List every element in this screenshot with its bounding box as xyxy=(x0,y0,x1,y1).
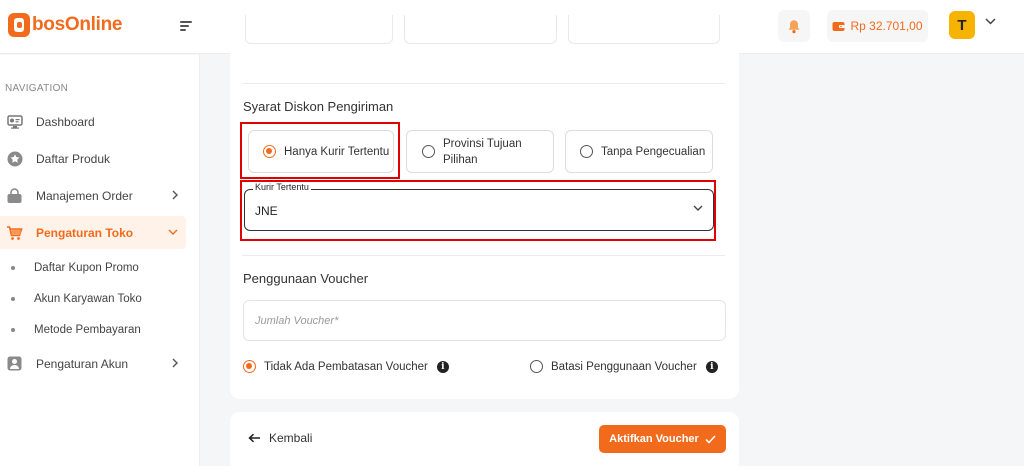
logo-text: bosOnline xyxy=(32,14,123,35)
bullet-icon xyxy=(11,328,15,332)
divider xyxy=(242,255,725,256)
notification-button[interactable] xyxy=(778,10,810,42)
menu-toggle-icon[interactable] xyxy=(180,21,192,32)
activate-voucher-label: Aktifkan Voucher xyxy=(609,433,699,445)
sidebar-subitem-coupon-list[interactable]: Daftar Kupon Promo xyxy=(0,256,186,280)
option-no-exception[interactable]: Tanpa Pengecualian xyxy=(565,130,713,173)
user-icon xyxy=(6,355,23,372)
option-label: Tidak Ada Pembatasan Voucher xyxy=(264,360,428,373)
option-label: Provinsi Tujuan Pilihan xyxy=(443,137,522,166)
sidebar-subitem-label: Metode Pembayaran xyxy=(34,324,141,336)
sidebar-subitem-label: Daftar Kupon Promo xyxy=(34,262,139,274)
sidebar-item-label: Pengaturan Akun xyxy=(36,356,129,371)
chevron-right-icon xyxy=(172,358,178,368)
logo-icon xyxy=(8,13,30,37)
sidebar-item-orders[interactable]: Manajemen Order xyxy=(0,179,186,212)
activate-voucher-button[interactable]: Aktifkan Voucher xyxy=(599,425,726,453)
sidebar-item-store-settings[interactable]: Pengaturan Toko xyxy=(0,216,186,249)
sidebar-item-label: Pengaturan Toko xyxy=(36,225,134,240)
info-icon[interactable]: i xyxy=(436,360,449,373)
option-label: Tanpa Pengecualian xyxy=(601,145,706,158)
back-button[interactable]: Kembali xyxy=(248,431,312,445)
logo[interactable]: bosOnline xyxy=(8,13,123,37)
radio-button[interactable] xyxy=(530,360,543,373)
wallet-icon xyxy=(832,21,845,31)
dashboard-icon xyxy=(6,113,23,130)
highlight-box xyxy=(240,122,400,179)
faded-field xyxy=(404,15,557,44)
sidebar-item-products[interactable]: Daftar Produk xyxy=(0,142,186,175)
sidebar-subitem-employee-accounts[interactable]: Akun Karyawan Toko xyxy=(0,287,186,311)
bell-icon xyxy=(788,19,800,33)
avatar[interactable]: T xyxy=(949,11,975,39)
arrow-left-icon xyxy=(248,433,260,443)
radio-button[interactable] xyxy=(580,145,593,158)
voucher-count-field[interactable] xyxy=(243,300,726,341)
sidebar-item-label: Manajemen Order xyxy=(36,188,133,203)
bullet-icon xyxy=(11,297,15,301)
info-icon[interactable]: i xyxy=(705,360,718,373)
back-button-label: Kembali xyxy=(269,431,313,445)
bag-icon xyxy=(6,187,23,204)
nav-heading: NAVIGATION xyxy=(5,83,69,94)
cart-icon xyxy=(6,224,23,241)
option-label: Batasi Penggunaan Voucher xyxy=(551,360,697,373)
sidebar-subitem-payment-methods[interactable]: Metode Pembayaran xyxy=(0,318,186,342)
chevron-down-icon xyxy=(168,229,178,235)
sidebar: NAVIGATION Dashboard Daftar Produk Manaj… xyxy=(0,55,200,466)
voucher-usage-title: Penggunaan Voucher xyxy=(243,271,369,286)
highlight-box xyxy=(240,180,716,241)
chevron-right-icon xyxy=(172,190,178,200)
divider xyxy=(242,83,725,84)
sidebar-item-label: Dashboard xyxy=(36,114,95,129)
wallet-balance: Rp 32.701,00 xyxy=(850,19,923,33)
shipping-discount-title: Syarat Diskon Pengiriman xyxy=(243,99,394,114)
voucher-count-input[interactable] xyxy=(244,301,725,340)
check-icon xyxy=(705,434,716,444)
sidebar-item-label: Daftar Produk xyxy=(36,151,111,166)
sidebar-item-dashboard[interactable]: Dashboard xyxy=(0,105,186,138)
chevron-down-icon[interactable] xyxy=(985,18,996,25)
bullet-icon xyxy=(11,266,15,270)
star-icon xyxy=(6,150,23,167)
wallet-balance-button[interactable]: Rp 32.701,00 xyxy=(827,10,928,42)
sidebar-item-account-settings[interactable]: Pengaturan Akun xyxy=(0,347,186,380)
sidebar-subitem-label: Akun Karyawan Toko xyxy=(34,293,142,305)
faded-field xyxy=(568,15,720,44)
option-selected-province[interactable]: Provinsi Tujuan Pilihan xyxy=(406,130,554,173)
option-limit-voucher-usage[interactable]: Batasi Penggunaan Voucher i xyxy=(530,360,718,373)
radio-button[interactable] xyxy=(243,360,256,373)
radio-button[interactable] xyxy=(422,145,435,158)
option-no-voucher-limit[interactable]: Tidak Ada Pembatasan Voucher i xyxy=(243,360,449,373)
faded-field xyxy=(245,15,393,44)
